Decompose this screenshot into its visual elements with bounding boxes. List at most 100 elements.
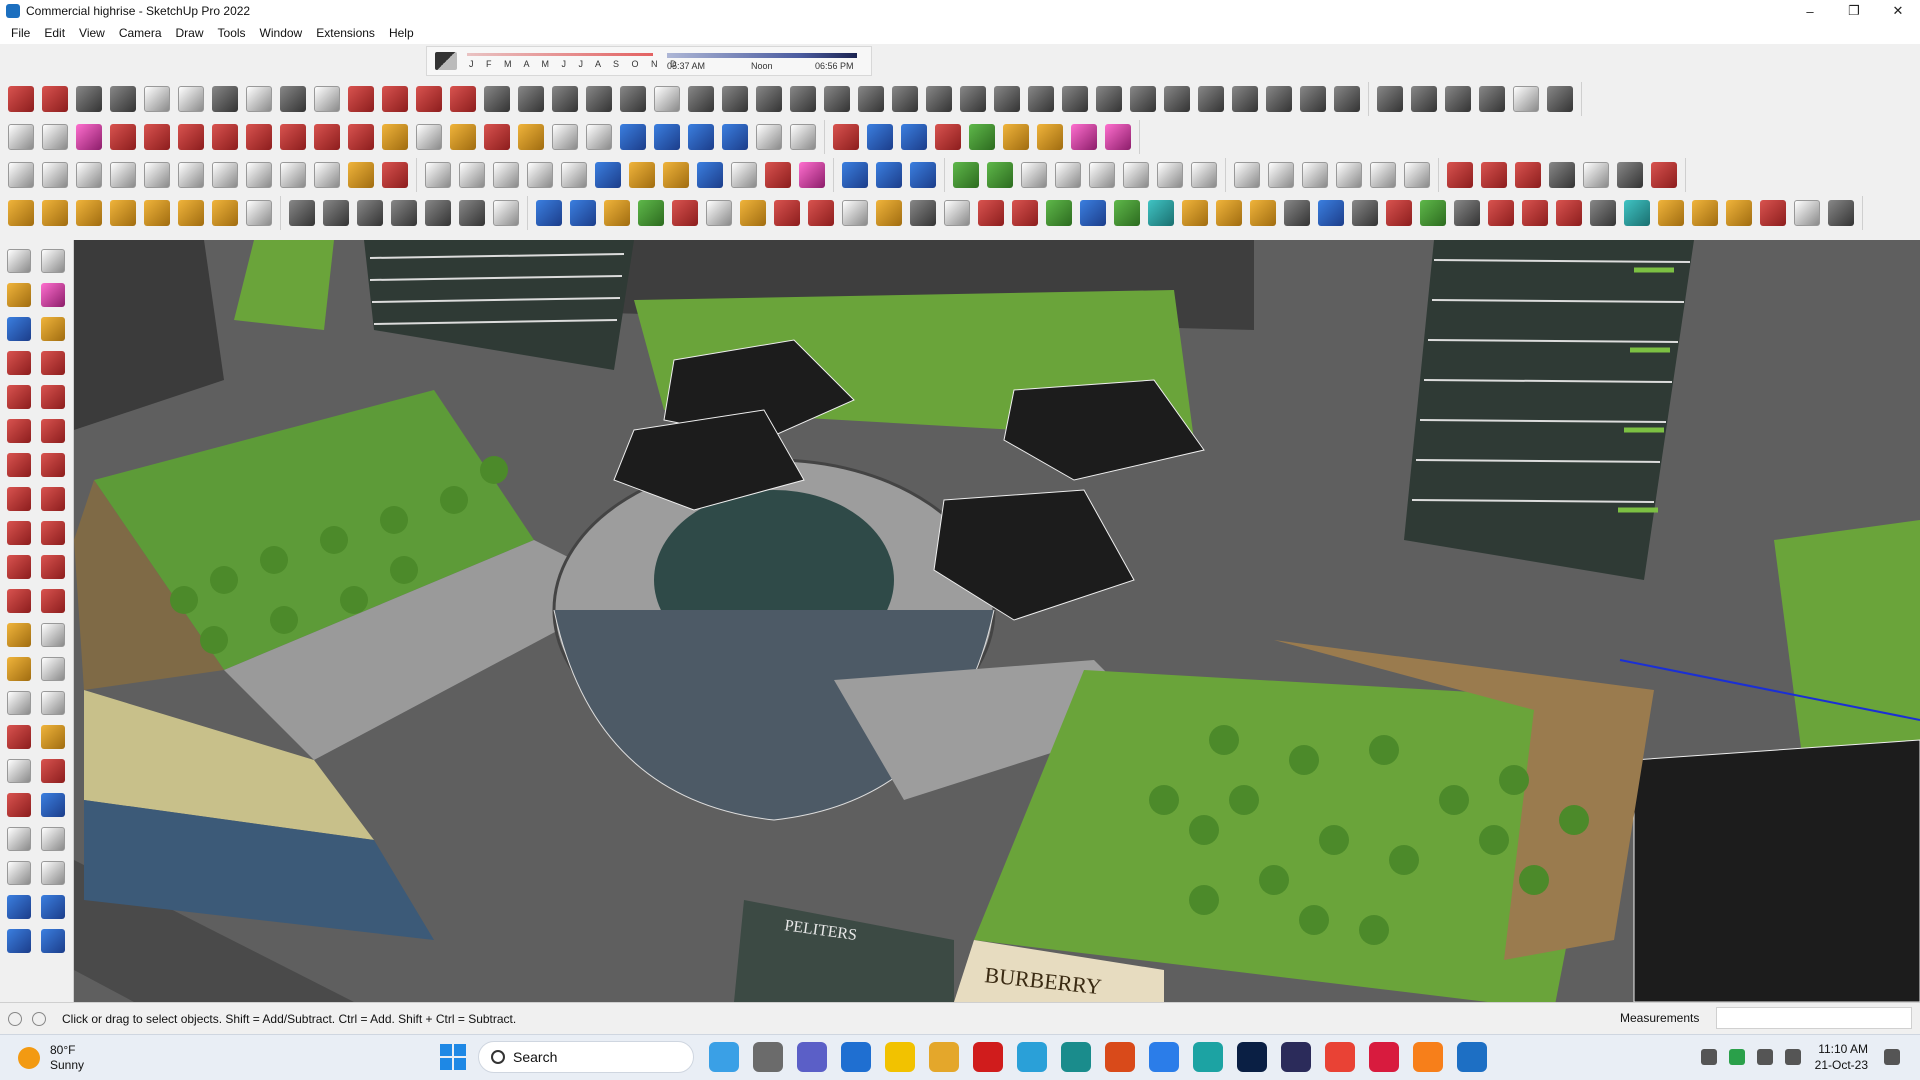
tool-am-icon[interactable] bbox=[1828, 200, 1854, 226]
asset-editor-icon[interactable] bbox=[1549, 162, 1575, 188]
sketchy-tool-icon[interactable] bbox=[1105, 124, 1131, 150]
tool-l-icon[interactable] bbox=[910, 200, 936, 226]
sketchup-viewer-app-icon[interactable] bbox=[1193, 1042, 1223, 1072]
shadows-icon[interactable] bbox=[1336, 162, 1362, 188]
menu-view[interactable]: View bbox=[72, 26, 112, 40]
tool-n-icon[interactable] bbox=[978, 200, 1004, 226]
tool-al-icon[interactable] bbox=[1794, 200, 1820, 226]
columns-icon[interactable] bbox=[552, 86, 578, 112]
offset-icon[interactable] bbox=[41, 589, 65, 613]
tool-a-icon[interactable] bbox=[536, 200, 562, 226]
photoshop-app-icon[interactable] bbox=[1237, 1042, 1267, 1072]
tool-j-icon[interactable] bbox=[842, 200, 868, 226]
shape-bender-icon[interactable] bbox=[314, 86, 340, 112]
protractor-icon[interactable] bbox=[799, 162, 825, 188]
circle-icon[interactable] bbox=[459, 162, 485, 188]
tool-p-icon[interactable] bbox=[1046, 200, 1072, 226]
slab-icon[interactable] bbox=[722, 86, 748, 112]
rect-light-icon[interactable] bbox=[144, 200, 170, 226]
back-view-icon[interactable] bbox=[144, 162, 170, 188]
look-around-icon[interactable] bbox=[41, 827, 65, 851]
fog-icon[interactable] bbox=[1370, 162, 1396, 188]
line-icon[interactable] bbox=[7, 351, 31, 375]
tool-m-icon[interactable] bbox=[944, 200, 970, 226]
section-settings-icon[interactable] bbox=[41, 929, 65, 953]
right-view-icon[interactable] bbox=[110, 162, 136, 188]
louver-icon[interactable] bbox=[994, 86, 1020, 112]
scale-icon[interactable] bbox=[7, 589, 31, 613]
panel-icon[interactable] bbox=[1028, 86, 1054, 112]
bezier-curve-icon[interactable] bbox=[8, 86, 34, 112]
menu-draw[interactable]: Draw bbox=[169, 26, 211, 40]
materials-icon[interactable] bbox=[1481, 162, 1507, 188]
shaded-textures-icon[interactable] bbox=[348, 162, 374, 188]
facade-icon[interactable] bbox=[960, 86, 986, 112]
walk-icon[interactable] bbox=[7, 861, 31, 885]
add-detail-icon[interactable] bbox=[1123, 162, 1149, 188]
rotated-rectangle-icon[interactable] bbox=[731, 162, 757, 188]
tool-ac-icon[interactable] bbox=[1488, 200, 1514, 226]
solid-inspector-icon[interactable] bbox=[1071, 124, 1097, 150]
grid-icon[interactable] bbox=[892, 86, 918, 112]
front-view-icon[interactable] bbox=[76, 162, 102, 188]
stamp-icon[interactable] bbox=[987, 162, 1013, 188]
offset-icon[interactable] bbox=[246, 124, 272, 150]
flip-edge-icon[interactable] bbox=[1089, 162, 1115, 188]
section-display-icon[interactable] bbox=[842, 162, 868, 188]
dimension-icon[interactable] bbox=[765, 162, 791, 188]
pattern-icon[interactable] bbox=[1232, 86, 1258, 112]
close-button[interactable]: ✕ bbox=[1876, 0, 1920, 22]
infinite-plane-icon[interactable] bbox=[357, 200, 383, 226]
house-outline-icon[interactable] bbox=[1513, 86, 1539, 112]
tool-r-icon[interactable] bbox=[1114, 200, 1140, 226]
cursor-hand-icon[interactable] bbox=[493, 200, 519, 226]
render-icon[interactable] bbox=[1447, 162, 1473, 188]
make-component-icon[interactable] bbox=[7, 317, 31, 341]
tool-t-icon[interactable] bbox=[1182, 200, 1208, 226]
position-camera-icon[interactable] bbox=[7, 827, 31, 851]
layers-icon[interactable] bbox=[654, 124, 680, 150]
smoove-icon[interactable] bbox=[1021, 162, 1047, 188]
intersect-solid-icon[interactable] bbox=[867, 124, 893, 150]
arc-icon[interactable] bbox=[7, 453, 31, 477]
outer-shell-icon[interactable] bbox=[833, 124, 859, 150]
text-icon[interactable] bbox=[416, 124, 442, 150]
position-camera-icon[interactable] bbox=[756, 124, 782, 150]
lasso-select-icon[interactable] bbox=[41, 249, 65, 273]
freehand-icon[interactable] bbox=[41, 351, 65, 375]
rotated-rectangle-icon[interactable] bbox=[41, 385, 65, 409]
scale-icon[interactable] bbox=[348, 124, 374, 150]
subtract-solid-icon[interactable] bbox=[935, 124, 961, 150]
measurements-input[interactable] bbox=[1716, 1007, 1912, 1029]
from-scratch-icon[interactable] bbox=[1191, 162, 1217, 188]
union-solid-icon[interactable] bbox=[901, 124, 927, 150]
rotate-icon[interactable] bbox=[314, 124, 340, 150]
zoom-window-icon[interactable] bbox=[41, 759, 65, 783]
clock[interactable]: 11:10 AM 21-Oct-23 bbox=[1815, 1041, 1868, 1073]
sun-light-icon[interactable] bbox=[8, 200, 34, 226]
minimize-button[interactable]: – bbox=[1788, 0, 1832, 22]
shell-icon[interactable] bbox=[1266, 86, 1292, 112]
section-plane-icon[interactable] bbox=[41, 861, 65, 885]
sphere-light-icon[interactable] bbox=[178, 200, 204, 226]
tool-e-icon[interactable] bbox=[672, 200, 698, 226]
solid-shell-icon[interactable] bbox=[1037, 124, 1063, 150]
pan-icon[interactable] bbox=[518, 124, 544, 150]
walk-icon[interactable] bbox=[722, 124, 748, 150]
xray-icon[interactable] bbox=[212, 162, 238, 188]
arc-icon[interactable] bbox=[144, 124, 170, 150]
dome-icon[interactable] bbox=[1300, 86, 1326, 112]
scatter-icon[interactable] bbox=[425, 200, 451, 226]
tape-measure-icon[interactable] bbox=[382, 124, 408, 150]
brick-icon[interactable] bbox=[1164, 86, 1190, 112]
sketchup-app-icon[interactable] bbox=[1457, 1042, 1487, 1072]
parallelogram-icon[interactable] bbox=[561, 162, 587, 188]
section-fill-icon[interactable] bbox=[910, 162, 936, 188]
circle-icon[interactable] bbox=[7, 419, 31, 443]
store-app-icon[interactable] bbox=[1061, 1042, 1091, 1072]
truss-icon[interactable] bbox=[790, 86, 816, 112]
joint-push-pull-icon[interactable] bbox=[212, 86, 238, 112]
frame-buffer-icon[interactable] bbox=[1583, 162, 1609, 188]
curviloft-icon[interactable] bbox=[178, 86, 204, 112]
monochrome-icon[interactable] bbox=[1234, 162, 1260, 188]
